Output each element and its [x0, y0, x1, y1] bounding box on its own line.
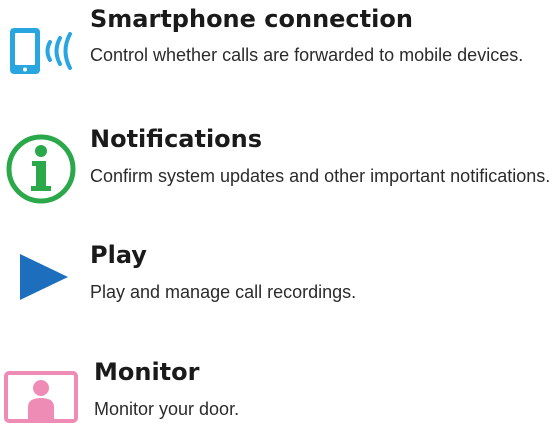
feature-title: Notifications [90, 125, 263, 153]
feature-description: Play and manage call recordings. [90, 282, 357, 302]
play-icon [18, 252, 70, 302]
monitor-person-icon [4, 371, 78, 423]
feature-description: Confirm system updates and other importa… [90, 166, 551, 186]
info-icon [6, 134, 76, 204]
feature-notifications[interactable]: Notifications Confirm system updates and… [0, 110, 557, 230]
feature-monitor[interactable]: Monitor Monitor your door. [0, 340, 557, 428]
feature-description: Control whether calls are forwarded to m… [90, 45, 524, 65]
feature-title: Smartphone connection [90, 5, 413, 33]
feature-description: Monitor your door. [94, 399, 240, 419]
feature-play[interactable]: Play Play and manage call recordings. [0, 230, 557, 330]
feature-smartphone-connection[interactable]: Smartphone connection Control whether ca… [0, 0, 557, 110]
feature-title: Play [90, 241, 147, 269]
feature-title: Monitor [94, 358, 200, 386]
smartphone-signal-icon [8, 26, 80, 76]
